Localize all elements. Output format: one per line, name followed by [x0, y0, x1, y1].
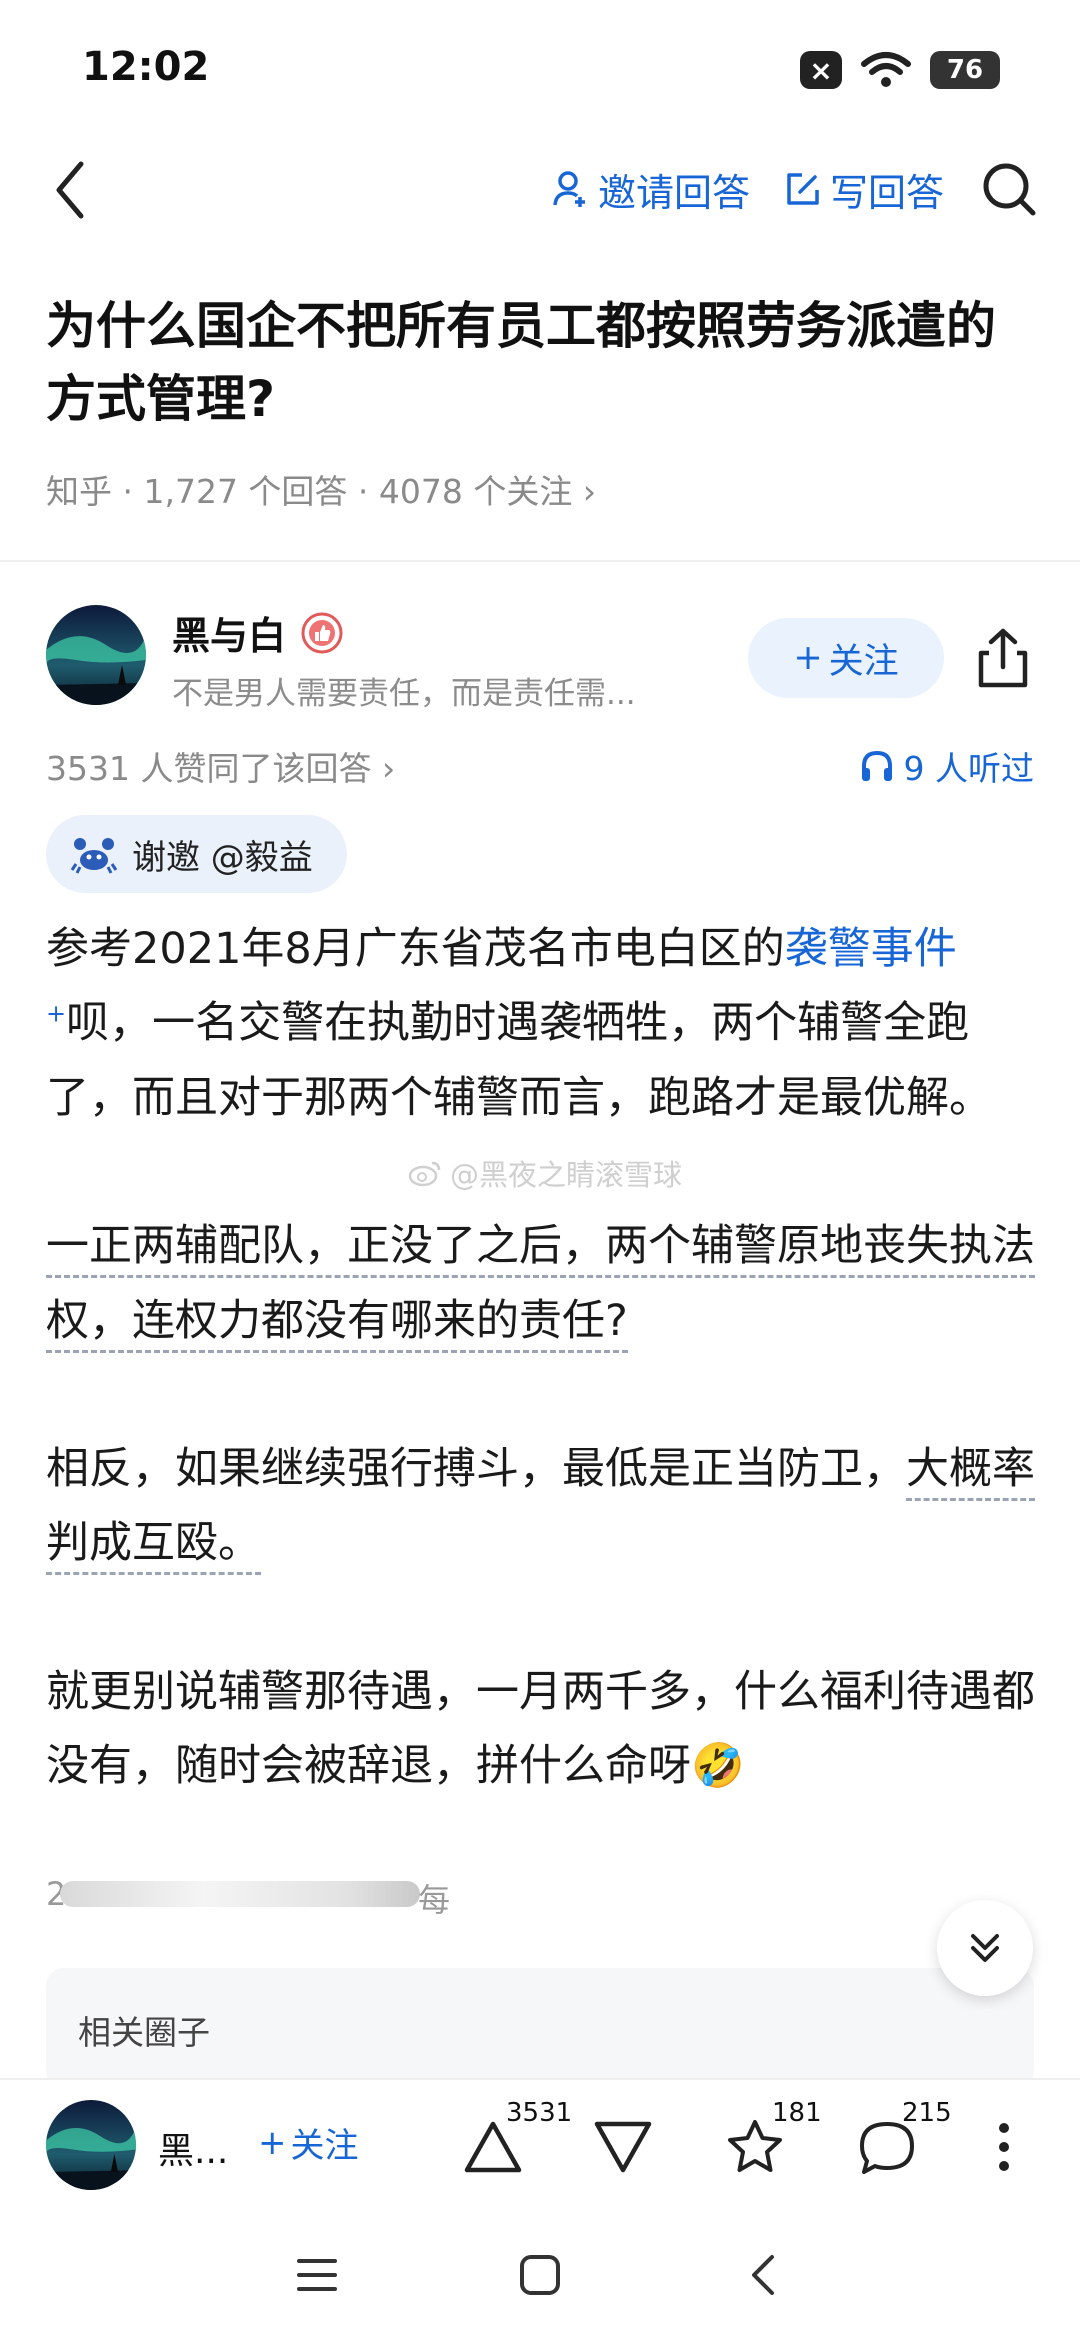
weibo-icon	[408, 1161, 441, 1187]
headphones-icon	[861, 750, 892, 781]
search-button[interactable]	[978, 158, 1040, 220]
aurora-avatar-image	[46, 605, 146, 705]
downvote-icon	[594, 2121, 652, 2173]
user-plus-icon	[553, 171, 585, 207]
nav-actions: 邀请回答 写回答	[552, 158, 1040, 220]
battery-indicator: 76	[930, 51, 1000, 89]
watermark: @黑夜之睛滚雪球	[408, 1152, 682, 1194]
answer-paragraph-1: 参考2021年8月广东省茂名市电白区的袭警事件+呗，一名交警在执勤时遇袭牺牲，两…	[46, 924, 992, 1123]
question-meta[interactable]: 知乎 · 1,727 个回答 · 4078 个关注 ›	[46, 465, 596, 513]
status-time: 12:02	[82, 44, 210, 90]
expand-button[interactable]	[937, 1900, 1033, 1996]
author-name-row: 黑与白	[172, 605, 344, 660]
listen-count[interactable]: 9 人听过	[860, 742, 1035, 790]
edit-icon	[787, 173, 819, 205]
system-menu-button[interactable]	[290, 2248, 344, 2302]
answer-paragraph-4: 就更别说辅警那待遇，一月两千多，什么福利待遇都没有，随时会被辞退，拼什么命呀🤣	[46, 1666, 1035, 1791]
bottom-author-name[interactable]: 黑...	[158, 2122, 228, 2174]
write-answer-button[interactable]: 写回答	[784, 162, 944, 217]
bottom-follow-button[interactable]: + 关注	[258, 2118, 359, 2167]
author-name[interactable]: 黑与白	[172, 605, 286, 660]
answer-paragraph-2: 一正两辅配队，正没了之后，两个辅警原地丧失执法权，连权力都没有哪来的责任?	[46, 1209, 1036, 1358]
downvote-button[interactable]	[588, 2112, 658, 2182]
more-button[interactable]	[984, 2112, 1024, 2182]
wifi-icon	[861, 52, 911, 87]
thumbs-up-badge-icon	[301, 612, 343, 653]
share-icon	[978, 628, 1028, 688]
highlighted-sentence[interactable]: 一正两辅配队，正没了之后，两个辅警原地丧失执法权，连权力都没有哪来的责任?	[46, 1221, 1035, 1353]
back-button[interactable]	[40, 150, 100, 230]
home-square-icon	[520, 2255, 560, 2295]
bottom-author-avatar[interactable]	[46, 2100, 136, 2190]
bottom-follow-label: 关注	[290, 2126, 359, 2166]
close-notification-icon: ×	[800, 51, 842, 89]
invite-text: 谢邀 @毅益	[132, 837, 313, 878]
follow-label: 关注	[828, 641, 899, 682]
follow-plus-icon: +	[793, 638, 823, 678]
blur-mask	[60, 1881, 420, 1907]
share-button[interactable]	[970, 620, 1036, 696]
more-icon	[999, 2123, 1009, 2171]
invite-answer-button[interactable]: 邀请回答	[552, 162, 750, 217]
chevrons-down-icon	[971, 1934, 999, 1962]
favorite-count: 181	[772, 2098, 822, 2128]
aurora-avatar-image	[46, 2100, 136, 2190]
bottom-follow-plus-icon: +	[258, 2122, 287, 2163]
section-divider	[0, 560, 1080, 562]
author-avatar[interactable]	[46, 605, 146, 705]
invite-badge[interactable]: 谢邀 @毅益	[46, 815, 347, 893]
blurred-text-line: 2 每	[46, 1875, 450, 1919]
system-home-button[interactable]	[513, 2248, 567, 2302]
back-icon	[752, 2255, 774, 2295]
watermark-text: @黑夜之睛滚雪球	[450, 1158, 683, 1192]
related-circles-label: 相关圈子	[78, 2013, 210, 2052]
answer-body: 参考2021年8月广东省茂名市电白区的袭警事件+呗，一名交警在执勤时遇袭牺牲，两…	[46, 912, 1036, 1803]
crab-icon	[70, 838, 118, 874]
agree-count[interactable]: 3531 人赞同了该回答 ›	[46, 742, 395, 790]
blurred-text-right: 每	[418, 1881, 451, 1919]
incident-link[interactable]: 袭警事件	[785, 924, 957, 974]
comment-count: 215	[902, 2098, 952, 2128]
follow-button[interactable]: + 关注	[748, 618, 944, 698]
system-back-button[interactable]	[736, 2248, 790, 2302]
upvote-count: 3531	[506, 2098, 573, 2128]
listen-count-text: 9 人听过	[903, 749, 1035, 788]
invite-answer-label: 邀请回答	[597, 170, 750, 215]
link-plus-mark: +	[46, 1000, 67, 1029]
author-bio: 不是男人需要责任，而是责任需...	[172, 676, 636, 712]
question-title[interactable]: 为什么国企不把所有员工都按照劳务派遣的方式管理?	[46, 290, 1036, 435]
search-icon	[983, 163, 1036, 216]
menu-icon	[297, 2259, 337, 2291]
write-answer-label: 写回答	[829, 170, 944, 215]
related-circles-card[interactable]: 相关圈子	[46, 1968, 1034, 2088]
status-icons: × 76	[800, 50, 1000, 90]
answer-paragraph-3: 相反，如果继续强行搏斗，最低是正当防卫，大概率判成互殴。	[46, 1432, 1036, 1581]
back-icon	[56, 161, 84, 219]
